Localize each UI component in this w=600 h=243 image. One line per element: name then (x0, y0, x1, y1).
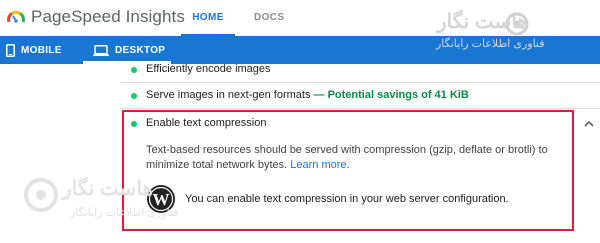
audit-title: Serve images in next-gen formats — Poten… (146, 89, 469, 101)
divider (120, 108, 600, 109)
tab-mobile[interactable]: MOBILE (6, 36, 62, 64)
savings-badge: — Potential savings of 41 KiB (313, 89, 469, 101)
audit-row-expanded[interactable]: Enable text compression (0, 116, 600, 134)
wordpress-hint: You can enable text compression in your … (185, 193, 509, 205)
pass-indicator-dot (131, 67, 137, 73)
tab-desktop[interactable]: DESKTOP (83, 36, 175, 64)
watermark-subtitle: فناوری اطلاعات رایانگار (70, 207, 179, 219)
pass-indicator-dot (131, 93, 137, 99)
pass-indicator-dot (131, 121, 137, 127)
learn-more-link[interactable]: Learn more (290, 159, 346, 171)
app-title: PageSpeed Insights (31, 7, 185, 26)
audit-title-text: Serve images in next-gen formats (146, 89, 311, 101)
audit-row[interactable]: Efficiently encode images (0, 63, 600, 80)
tab-home[interactable]: HOME (181, 0, 235, 36)
watermark-logo-icon (24, 178, 58, 212)
tab-desktop-label: DESKTOP (115, 44, 166, 56)
smartphone-icon (6, 43, 15, 57)
laptop-icon (93, 44, 109, 56)
audit-title: Enable text compression (146, 117, 267, 129)
tab-docs[interactable]: DOCS (254, 0, 285, 36)
watermark-subtitle: فناوری اطلاعات رایانگار (436, 38, 545, 50)
audit-title: Efficiently encode images (146, 63, 271, 75)
watermark-name: هاست نگار (437, 11, 528, 33)
pagespeed-gauge-icon (7, 10, 25, 23)
description-period: . (346, 159, 350, 171)
audit-description: Text-based resources should be served wi… (146, 143, 586, 173)
audit-row[interactable]: Serve images in next-gen formats — Poten… (0, 88, 600, 106)
chevron-up-icon[interactable] (584, 120, 594, 127)
divider (120, 82, 600, 83)
watermark-name: هاست نگار (62, 178, 153, 200)
tab-mobile-label: MOBILE (21, 44, 62, 56)
